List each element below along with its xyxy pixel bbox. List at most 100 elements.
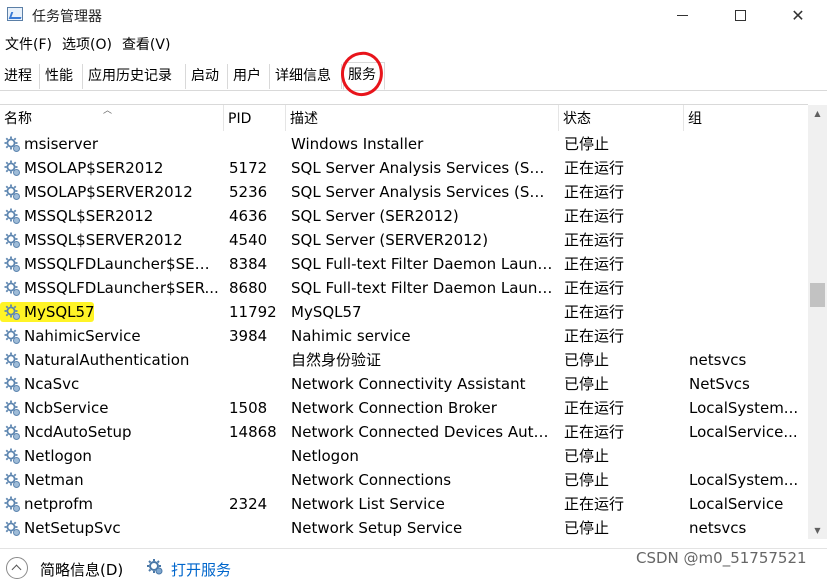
service-status: 正在运行 bbox=[564, 183, 625, 201]
tab-startup[interactable]: 启动 bbox=[187, 64, 228, 89]
table-row[interactable]: Netlogon Netlogon 已停止 bbox=[0, 444, 808, 468]
tab-performance[interactable]: 性能 bbox=[41, 64, 83, 89]
scroll-up-icon[interactable]: ▲ bbox=[808, 105, 827, 122]
table-row[interactable]: MSSQLFDLauncher$SER2... 8384 SQL Full-text… bbox=[0, 252, 808, 276]
table-row[interactable]: MSSQL$SERVER2012 4540 SQL Server (SERVER20… bbox=[0, 228, 808, 252]
gear-icon bbox=[147, 559, 163, 575]
service-pid bbox=[229, 468, 281, 492]
table-row[interactable]: NahimicService 3984 Nahimic service 正在运行 bbox=[0, 324, 808, 348]
open-services-link[interactable]: 打开服务 bbox=[171, 559, 231, 580]
service-group bbox=[689, 228, 801, 252]
service-group: LocalSystem... bbox=[689, 399, 799, 417]
service-description: Nahimic service bbox=[291, 327, 411, 345]
gear-icon bbox=[3, 231, 21, 249]
service-status: 正在运行 bbox=[564, 423, 625, 441]
menu-file[interactable]: 文件(F) bbox=[0, 34, 57, 56]
tab-details[interactable]: 详细信息 bbox=[271, 64, 342, 89]
service-pid bbox=[229, 444, 281, 468]
table-row[interactable]: NetSetupSvc Network Setup Service 已停止 netsv… bbox=[0, 516, 808, 540]
table-body: msiserver Windows Installer 已停止 MSOLAP$SER2… bbox=[0, 132, 808, 540]
table-row[interactable]: NcaSvc Network Connectivity Assistant 已停止 N… bbox=[0, 372, 808, 396]
menu-options[interactable]: 选项(O) bbox=[57, 34, 117, 56]
table-row[interactable]: MSSQLFDLauncher$SER... 8680 SQL Full-text … bbox=[0, 276, 808, 300]
service-group bbox=[689, 132, 801, 156]
service-description: SQL Full-text Filter Daemon Launc... bbox=[291, 255, 553, 273]
service-group bbox=[689, 444, 801, 468]
service-pid: 4540 bbox=[229, 231, 268, 249]
service-group: netsvcs bbox=[689, 351, 747, 369]
service-description: Network Setup Service bbox=[291, 519, 463, 537]
tab-users[interactable]: 用户 bbox=[229, 64, 270, 89]
service-name: Netman bbox=[24, 471, 84, 489]
gear-icon bbox=[3, 279, 21, 297]
tab-app-history[interactable]: 应用历史记录 bbox=[84, 64, 186, 89]
service-name: MSOLAP$SER2012 bbox=[24, 159, 164, 177]
service-name: MSSQL$SERVER2012 bbox=[24, 231, 183, 249]
service-status: 正在运行 bbox=[564, 231, 625, 249]
scrollbar-thumb[interactable] bbox=[810, 283, 825, 307]
table-row[interactable]: MSSQL$SER2012 4636 SQL Server (SER2012) 正在运… bbox=[0, 204, 808, 228]
column-header-name[interactable]: 名称 bbox=[0, 105, 224, 131]
service-group: LocalService bbox=[689, 495, 784, 513]
tab-services[interactable]: 服务 bbox=[343, 62, 385, 90]
service-group bbox=[689, 180, 801, 204]
vertical-scrollbar[interactable]: ▲ ▼ bbox=[808, 105, 827, 539]
table-row[interactable]: MSOLAP$SERVER2012 5236 SQL Server Analysis… bbox=[0, 180, 808, 204]
service-name: NaturalAuthentication bbox=[24, 351, 190, 369]
watermark: CSDN @m0_51757521 bbox=[636, 549, 807, 567]
service-status: 正在运行 bbox=[564, 207, 625, 225]
table-row[interactable]: MSOLAP$SER2012 5172 SQL Server Analysis Se… bbox=[0, 156, 808, 180]
column-header-group[interactable]: 组 bbox=[684, 105, 808, 131]
service-description: Network Connectivity Assistant bbox=[291, 375, 526, 393]
service-name: MSSQLFDLauncher$SER... bbox=[24, 279, 219, 297]
service-name: NcdAutoSetup bbox=[24, 423, 132, 441]
service-description: Network Connection Broker bbox=[291, 399, 497, 417]
service-group bbox=[689, 252, 801, 276]
service-status: 正在运行 bbox=[564, 303, 625, 321]
table-row[interactable]: netprofm 2324 Network List Service 正在运行 Loca… bbox=[0, 492, 808, 516]
service-name: MySQL57 bbox=[24, 303, 95, 321]
service-name: NcaSvc bbox=[24, 375, 80, 393]
column-header-status[interactable]: 状态 bbox=[559, 105, 684, 131]
service-description: SQL Server Analysis Services (SER... bbox=[291, 159, 553, 177]
service-group: NetSvcs bbox=[689, 375, 750, 393]
service-name: netprofm bbox=[24, 495, 94, 513]
service-description: Network List Service bbox=[291, 495, 445, 513]
column-header-description[interactable]: 描述 bbox=[286, 105, 559, 131]
gear-icon bbox=[3, 159, 21, 177]
minimize-button[interactable] bbox=[653, 0, 711, 30]
fewer-details-link[interactable]: 简略信息(D) bbox=[40, 559, 123, 580]
column-header-pid[interactable]: PID bbox=[224, 105, 286, 131]
service-name: NetSetupSvc bbox=[24, 519, 121, 537]
tab-processes[interactable]: 进程 bbox=[0, 64, 40, 89]
maximize-button[interactable] bbox=[711, 0, 769, 30]
table-header: ︿ 名称 PID 描述 状态 组 bbox=[0, 104, 808, 131]
service-description: MySQL57 bbox=[291, 303, 362, 321]
gear-icon bbox=[3, 135, 21, 153]
close-button[interactable]: ✕ bbox=[769, 0, 827, 30]
service-name: Netlogon bbox=[24, 447, 92, 465]
table-row[interactable]: MySQL57 11792 MySQL57 正在运行 bbox=[0, 300, 808, 324]
gear-icon bbox=[3, 351, 21, 369]
table-row[interactable]: Netman Network Connections 已停止 LocalSystem.… bbox=[0, 468, 808, 492]
menu-view[interactable]: 查看(V) bbox=[117, 34, 176, 56]
scroll-down-icon[interactable]: ▼ bbox=[808, 522, 827, 539]
gear-icon bbox=[3, 183, 21, 201]
service-pid: 3984 bbox=[229, 327, 268, 345]
gear-icon bbox=[3, 207, 21, 225]
service-group: LocalService... bbox=[689, 423, 798, 441]
gear-icon bbox=[3, 375, 21, 393]
service-status: 正在运行 bbox=[564, 399, 625, 417]
service-group bbox=[689, 204, 801, 228]
service-pid: 8680 bbox=[229, 279, 268, 297]
gear-icon bbox=[3, 519, 21, 537]
table-row[interactable]: NcbService 1508 Network Connection Broker 正… bbox=[0, 396, 808, 420]
service-group bbox=[689, 324, 801, 348]
service-group: netsvcs bbox=[689, 519, 747, 537]
gear-icon bbox=[3, 423, 21, 441]
table-row[interactable]: msiserver Windows Installer 已停止 bbox=[0, 132, 808, 156]
table-row[interactable]: NcdAutoSetup 14868 Network Connected Devic… bbox=[0, 420, 808, 444]
service-group: LocalSystem... bbox=[689, 471, 799, 489]
service-group bbox=[689, 156, 801, 180]
table-row[interactable]: NaturalAuthentication 自然身份验证 已停止 netsvcs bbox=[0, 348, 808, 372]
